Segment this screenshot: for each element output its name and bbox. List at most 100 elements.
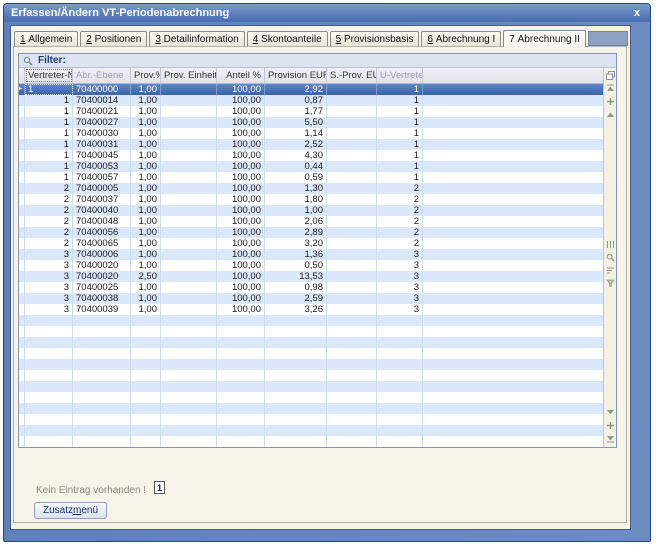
page-number-box[interactable]: 1 [154, 481, 165, 494]
table-cell-filler [423, 150, 603, 161]
column-header-vertreter-nr-[interactable]: Vertreter-Nr. [25, 68, 73, 83]
table-cell [161, 260, 217, 271]
table-cell: 1,00 [131, 205, 161, 216]
table-cell: 0,59 [265, 172, 327, 183]
column-header-provision-eur[interactable]: Provision EUR [265, 68, 327, 83]
table-cell [327, 128, 377, 139]
table-row[interactable]: 3704000201,00100,000,503 [19, 260, 603, 271]
column-header-prov-einheiten[interactable]: Prov. Einheiten [161, 68, 217, 83]
table-cell: 3 [25, 249, 73, 260]
table-row[interactable]: 3704000251,00100,000,983 [19, 282, 603, 293]
filter-bar[interactable]: Filter: [19, 54, 616, 68]
table-row[interactable]: 1704000271,00100,005,501 [19, 117, 603, 128]
title-bar[interactable]: Erfassen/Ändern VT-Periodenabrechnung x [4, 4, 650, 22]
table-cell [327, 249, 377, 260]
scroll-up-icon[interactable] [605, 96, 616, 107]
table-cell: 1,00 [131, 216, 161, 227]
table-row[interactable]: 2704000371,00100,001,802 [19, 194, 603, 205]
columns-icon[interactable] [605, 239, 616, 250]
table-cell [131, 337, 161, 348]
close-icon[interactable]: x [632, 8, 642, 18]
table-cell [265, 326, 327, 337]
tab-strip: 1 Allgemein2 Positionen3 Detailinformati… [14, 28, 628, 46]
table-cell-filler [423, 227, 603, 238]
table-cell: 1,00 [131, 172, 161, 183]
table-cell [161, 172, 217, 183]
table-cell [161, 271, 217, 282]
table-cell: 1,00 [131, 128, 161, 139]
tab-2-positionen[interactable]: 2 Positionen [80, 31, 147, 46]
table-cell [131, 414, 161, 425]
tab-1-allgemein[interactable]: 1 Allgemein [14, 31, 78, 46]
page-up-icon[interactable] [605, 109, 616, 120]
table-cell: 3 [377, 260, 423, 271]
table-row[interactable]: 3704000202,50100,0013,533 [19, 271, 603, 282]
table-cell [327, 95, 377, 106]
table-cell: 70400027 [73, 117, 131, 128]
column-header-prov-[interactable]: Prov.% [131, 68, 161, 83]
data-grid[interactable]: Filter: Vertreter-Nr.Abr.-EbeneProv.%Pro… [18, 53, 617, 448]
table-row[interactable]: 1704000571,00100,000,591 [19, 172, 603, 183]
table-row[interactable]: 1704000211,00100,001,771 [19, 106, 603, 117]
table-cell: 70400039 [73, 304, 131, 315]
table-cell-filler [423, 315, 603, 326]
table-cell [25, 315, 73, 326]
column-header-abr-ebene[interactable]: Abr.-Ebene [73, 68, 131, 83]
table-row[interactable]: 1704000311,00100,002,521 [19, 139, 603, 150]
tab-3-detailinformation[interactable]: 3 Detailinformation [149, 31, 244, 46]
table-cell-filler [423, 194, 603, 205]
table-row[interactable]: 3704000381,00100,002,593 [19, 293, 603, 304]
table-row[interactable]: 2704000401,00100,001,002 [19, 205, 603, 216]
scroll-bottom-icon[interactable] [605, 433, 616, 444]
table-row[interactable]: 2704000051,00100,001,302 [19, 183, 603, 194]
table-cell [377, 414, 423, 425]
table-cell: 100,00 [217, 128, 265, 139]
table-empty-row [19, 359, 603, 370]
table-cell: 1,00 [131, 183, 161, 194]
table-row[interactable]: 2704000561,00100,002,892 [19, 227, 603, 238]
table-cell: 100,00 [217, 106, 265, 117]
table-row[interactable]: 3704000061,00100,001,363 [19, 249, 603, 260]
table-cell [131, 392, 161, 403]
sort-icon[interactable] [605, 265, 616, 276]
table-cell: 2 [377, 238, 423, 249]
tab-6-abrechnung-i[interactable]: 6 Abrechnung I [421, 31, 501, 46]
table-row[interactable]: 1704000531,00100,000,441 [19, 161, 603, 172]
table-cell: 70400020 [73, 271, 131, 282]
table-row[interactable]: 3704000391,00100,003,263 [19, 304, 603, 315]
zusatzmenu-button[interactable]: Zusatzmenü [34, 502, 107, 519]
table-cell: 1 [377, 84, 423, 95]
tab-4-skontoanteile[interactable]: 4 Skontoanteile [247, 31, 328, 46]
column-header-anteil-[interactable]: Anteil % [217, 68, 265, 83]
table-cell: 100,00 [217, 95, 265, 106]
scroll-down-icon[interactable] [605, 420, 616, 431]
copy-icon[interactable] [605, 70, 616, 81]
table-cell: 70400056 [73, 227, 131, 238]
filter-icon[interactable] [605, 278, 616, 289]
dialog-window: Erfassen/Ändern VT-Periodenabrechnung x … [3, 3, 651, 542]
table-row[interactable]: 1704000301,00100,001,141 [19, 128, 603, 139]
table-cell [161, 128, 217, 139]
table-row[interactable]: 1704000451,00100,004,301 [19, 150, 603, 161]
table-cell: 0,87 [265, 95, 327, 106]
table-row[interactable]: 2704000651,00100,003,202 [19, 238, 603, 249]
page-down-icon[interactable] [605, 407, 616, 418]
table-cell [161, 95, 217, 106]
column-header-u-vertreter[interactable]: U-Vertreter [377, 68, 423, 83]
table-cell-filler [423, 403, 603, 414]
scroll-top-icon[interactable] [605, 83, 616, 94]
tab-5-provisionsbasis[interactable]: 5 Provisionsbasis [330, 31, 420, 46]
table-row[interactable]: 2704000481,00100,002,062 [19, 216, 603, 227]
table-cell [265, 392, 327, 403]
table-row[interactable]: 1704000141,00100,000,871 [19, 95, 603, 106]
column-header-s-prov-eur[interactable]: S.-Prov. EUR [327, 68, 377, 83]
table-cell [161, 315, 217, 326]
search-icon[interactable] [605, 252, 616, 263]
search-icon [23, 56, 33, 66]
table-row[interactable]: ▸1704000001,00100,002,921 [19, 84, 603, 95]
table-cell: 1 [377, 139, 423, 150]
table-cell [377, 436, 423, 447]
tab-7-abrechnung-ii[interactable]: 7 Abrechnung II [503, 30, 586, 47]
table-cell: 1 [377, 150, 423, 161]
table-cell [217, 326, 265, 337]
